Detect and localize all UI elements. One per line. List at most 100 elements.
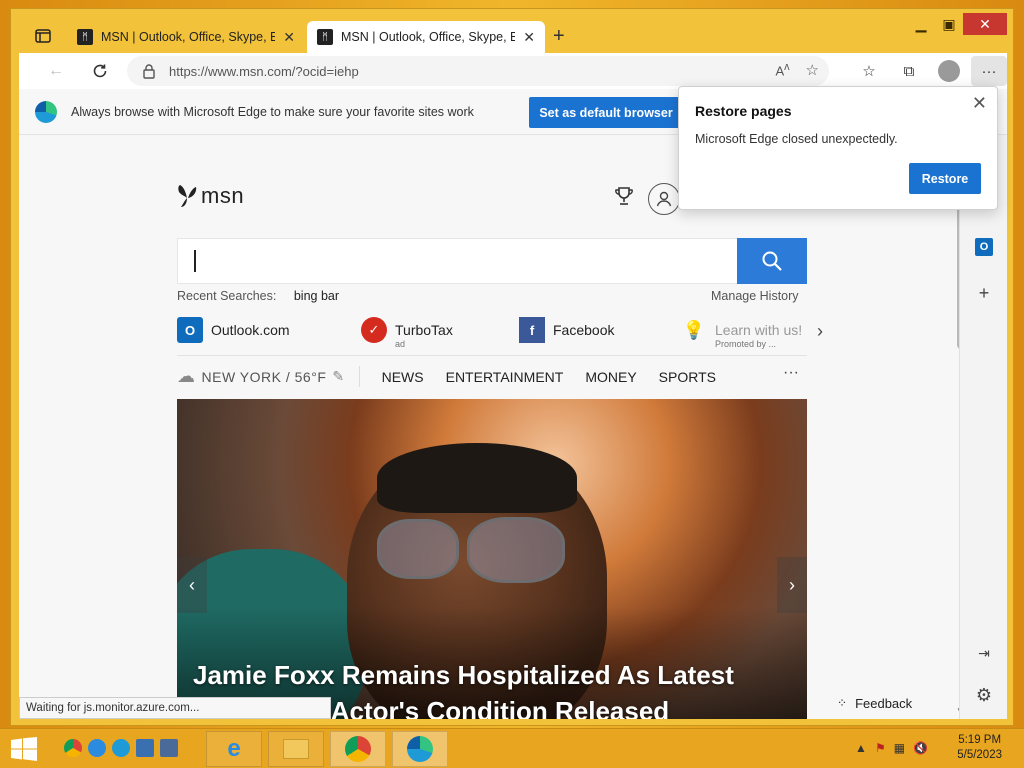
facebook-icon: f xyxy=(519,317,545,343)
quicklink-label: Facebook xyxy=(553,322,615,338)
nav-sports[interactable]: SPORTS xyxy=(659,369,716,385)
msn-logo[interactable]: msn xyxy=(177,183,244,209)
rewards-trophy-icon[interactable] xyxy=(613,185,635,207)
ad-label: ad xyxy=(395,339,406,349)
weather-text: NEW YORK / 56°F xyxy=(201,368,327,385)
ie-quick-icon[interactable] xyxy=(88,739,106,757)
text-caret xyxy=(194,250,196,272)
turbotax-icon: ✓ xyxy=(361,317,387,343)
msn-profile-button[interactable] xyxy=(648,183,680,215)
msn-favicon-icon: ᛗ xyxy=(317,29,333,45)
weather-widget[interactable]: ☁ NEW YORK / 56°F ✎ xyxy=(177,366,360,387)
network-icon[interactable]: ▦ xyxy=(894,741,905,755)
clock-time: 5:19 PM xyxy=(958,734,1002,746)
clock-date: 5/5/2023 xyxy=(957,749,1002,761)
back-button[interactable]: ← xyxy=(39,56,73,86)
promoted-label: Promoted by ... xyxy=(715,339,777,349)
set-default-browser-button[interactable]: Set as default browser xyxy=(529,97,683,128)
read-aloud-icon[interactable]: Aʌ xyxy=(775,61,789,79)
search-icon xyxy=(762,251,782,271)
tray-expand-icon[interactable]: ▲ xyxy=(855,741,867,755)
maximize-button[interactable]: ▣ xyxy=(935,13,963,35)
nav-more-icon[interactable]: ··· xyxy=(783,364,799,382)
popup-title: Restore pages xyxy=(695,103,792,119)
quicklink-label: Outlook.com xyxy=(211,322,290,338)
close-window-button[interactable]: ✕ xyxy=(963,13,1007,35)
web-search-box[interactable] xyxy=(177,238,807,284)
recent-search-term[interactable]: bing bar xyxy=(294,289,339,303)
quicklink-turbotax[interactable]: ✓ TurboTax ad xyxy=(361,317,453,349)
folder-icon xyxy=(283,739,309,759)
taskbar-chrome[interactable] xyxy=(330,731,386,767)
feedback-icon: ⁘ xyxy=(837,696,848,710)
url-text[interactable]: https://www.msn.com/?ocid=iehp xyxy=(169,64,359,79)
manage-history-link[interactable]: Manage History xyxy=(711,289,799,303)
popup-message: Microsoft Edge closed unexpectedly. xyxy=(695,132,898,146)
nav-news[interactable]: NEWS xyxy=(382,369,424,385)
system-tray: ▲ ⚑ ▦ 🔇 xyxy=(855,741,928,755)
network-quick-icon[interactable] xyxy=(160,739,178,757)
tab-actions-button[interactable] xyxy=(23,23,63,49)
volume-muted-icon[interactable]: 🔇 xyxy=(913,741,928,755)
action-center-flag-icon[interactable]: ⚑ xyxy=(875,741,886,755)
nav-money[interactable]: MONEY xyxy=(585,369,636,385)
status-bar: Waiting for js.monitor.azure.com... xyxy=(19,697,331,719)
hide-sidebar-icon[interactable]: ⇥ xyxy=(974,643,994,663)
taskbar-file-explorer[interactable] xyxy=(268,731,324,767)
taskbar-ie[interactable]: e xyxy=(206,731,262,767)
tab-actions-icon xyxy=(35,29,51,43)
quicklinks-next-icon[interactable]: › xyxy=(817,321,823,342)
minimize-button[interactable]: ▁ xyxy=(907,13,935,35)
outlook-icon: O xyxy=(177,317,203,343)
user-icon xyxy=(656,191,672,207)
nav-entertainment[interactable]: ENTERTAINMENT xyxy=(446,369,564,385)
edge-quick-icon[interactable] xyxy=(112,739,130,757)
windows-start-icon[interactable] xyxy=(10,737,38,761)
quick-launch xyxy=(64,739,178,757)
search-button[interactable] xyxy=(737,238,807,284)
collections-button[interactable]: ⧉ xyxy=(891,56,927,86)
quicklink-learn[interactable]: 💡 Learn with us! Promoted by ... xyxy=(681,317,803,350)
carousel-prev-button[interactable]: ‹ xyxy=(177,557,207,613)
add-sidebar-app-icon[interactable]: + xyxy=(974,283,994,303)
outlook-sidebar-icon[interactable]: O xyxy=(974,237,994,257)
toolbar: ← https://www.msn.com/?ocid=iehp Aʌ ☆ ☆ … xyxy=(19,53,1007,89)
feedback-button[interactable]: ⁘ Feedback xyxy=(827,689,927,717)
msn-logo-text: msn xyxy=(201,183,245,208)
quicklink-label: Learn with us! xyxy=(715,322,803,338)
title-bar: ᛗ MSN | Outlook, Office, Skype, Bin ✕ ᛗ … xyxy=(11,9,1013,53)
settings-menu-button[interactable]: ··· xyxy=(971,56,1007,86)
tab-close-icon[interactable]: ✕ xyxy=(523,29,535,46)
restore-button[interactable]: Restore xyxy=(909,163,981,194)
lock-icon[interactable] xyxy=(141,63,157,79)
refresh-button[interactable] xyxy=(83,56,117,86)
quick-links: O Outlook.com ✓ TurboTax ad f Facebook 💡… xyxy=(177,317,827,351)
quicklink-outlook[interactable]: O Outlook.com xyxy=(177,317,290,343)
favorites-button[interactable]: ☆ xyxy=(851,56,887,86)
tab-msn-1[interactable]: ᛗ MSN | Outlook, Office, Skype, Bin ✕ xyxy=(67,21,305,53)
profile-avatar-icon xyxy=(938,60,960,82)
sidebar-settings-icon[interactable]: ⚙ xyxy=(974,685,994,705)
chrome-quick-icon[interactable] xyxy=(64,739,82,757)
new-tab-button[interactable]: + xyxy=(553,25,565,48)
msn-favicon-icon: ᛗ xyxy=(77,29,93,45)
quicklink-facebook[interactable]: f Facebook xyxy=(519,317,614,343)
toolbar-actions: ☆ ⧉ ··· xyxy=(851,53,1007,89)
desktop-quick-icon[interactable] xyxy=(136,739,154,757)
pencil-edit-icon[interactable]: ✎ xyxy=(332,368,344,385)
hero-news-card[interactable]: ‹ › Jamie Foxx Remains Hospitalized As L… xyxy=(177,399,807,719)
taskbar-edge[interactable] xyxy=(392,731,448,767)
add-favorite-icon[interactable]: ☆ xyxy=(806,61,819,79)
tab-close-icon[interactable]: ✕ xyxy=(283,29,295,46)
chrome-icon xyxy=(345,736,371,762)
address-bar[interactable]: https://www.msn.com/?ocid=iehp Aʌ ☆ xyxy=(127,56,829,86)
popup-close-icon[interactable]: ✕ xyxy=(972,93,987,114)
profile-button[interactable] xyxy=(931,56,967,86)
taskbar-clock[interactable]: 5:19 PM 5/5/2023 xyxy=(957,733,1002,763)
taskbar: e ▲ ⚑ ▦ 🔇 5:19 PM 5/5/2023 xyxy=(0,728,1024,768)
refresh-icon xyxy=(93,64,107,78)
restore-pages-popup: Restore pages Microsoft Edge closed unex… xyxy=(678,86,998,210)
tab-msn-2[interactable]: ᛗ MSN | Outlook, Office, Skype, Bin ✕ xyxy=(307,21,545,53)
infobar-message: Always browse with Microsoft Edge to mak… xyxy=(71,104,474,119)
carousel-next-button[interactable]: › xyxy=(777,557,807,613)
